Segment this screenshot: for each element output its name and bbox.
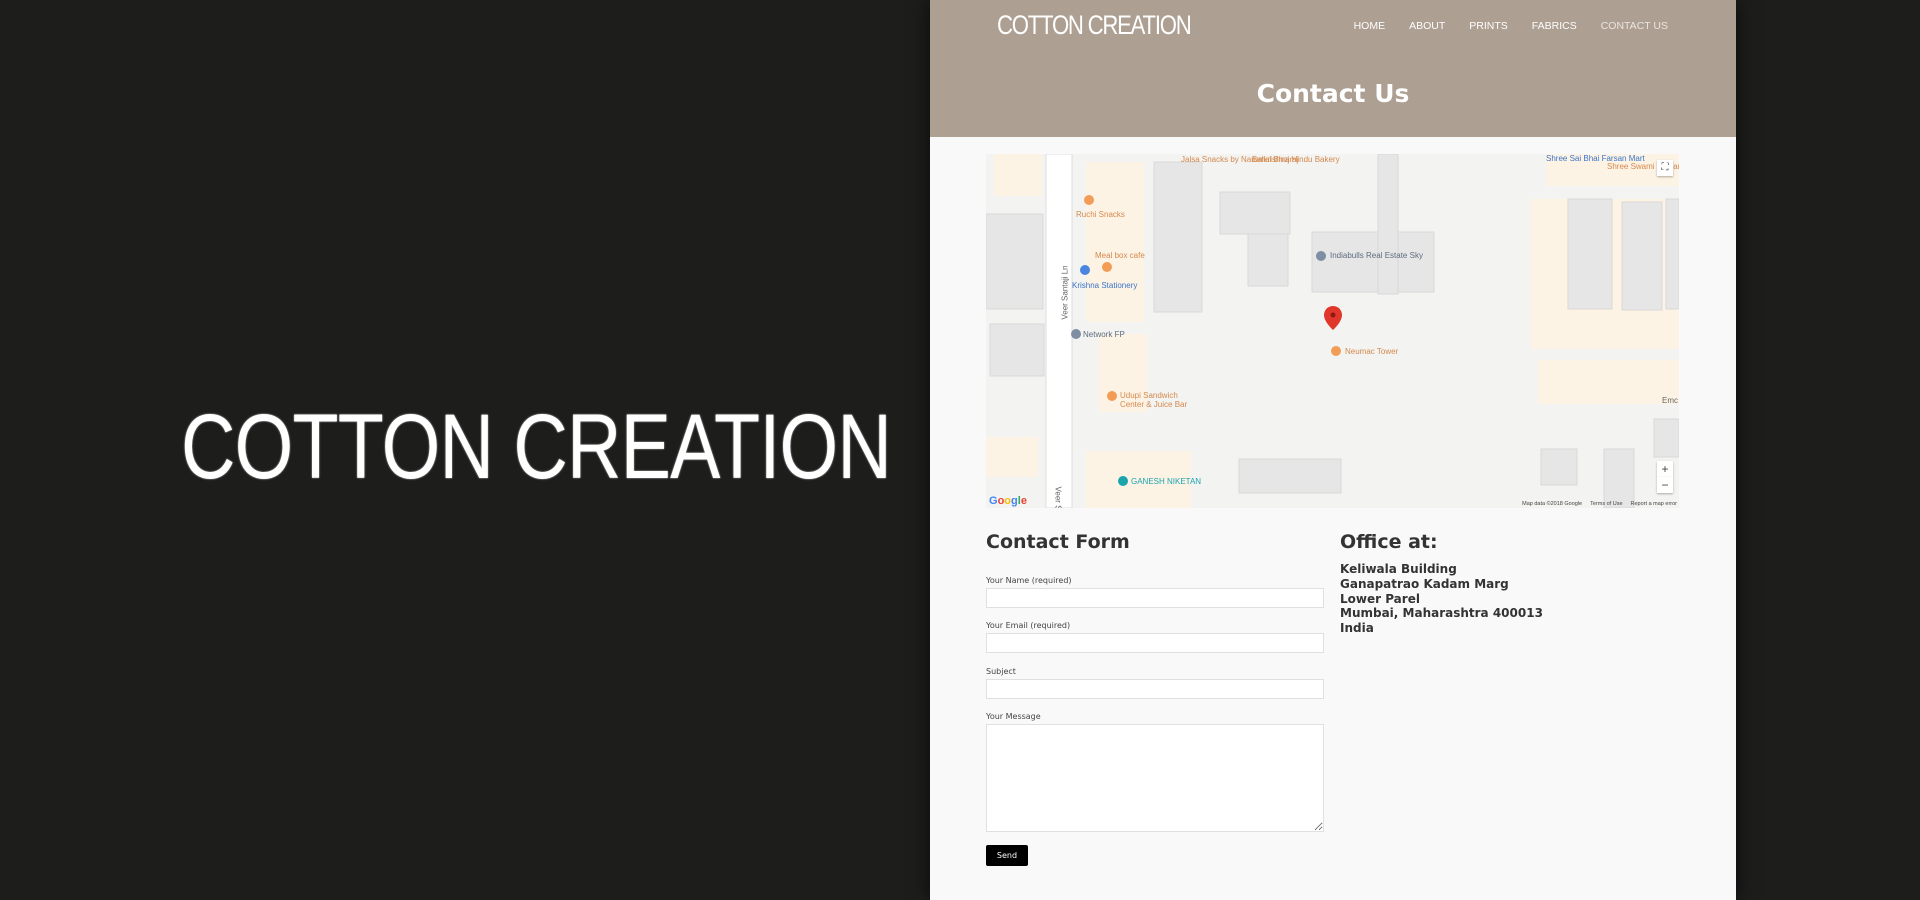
nav-prints[interactable]: PRINTS xyxy=(1469,20,1508,32)
name-field[interactable] xyxy=(986,588,1324,608)
map-label-road-2: Veer S xyxy=(1053,486,1063,508)
site-header: COTTON CREATION HOME ABOUT PRINTS FABRIC… xyxy=(930,0,1736,137)
site-logo[interactable]: COTTON CREATION xyxy=(997,10,1192,41)
zoom-in-button[interactable]: + xyxy=(1657,461,1673,477)
map-label-meal-box: Meal box cafe xyxy=(1095,251,1145,260)
map-label-network: Network FP xyxy=(1083,330,1125,339)
nav-contact-us[interactable]: CONTACT US xyxy=(1601,20,1668,32)
fullscreen-icon[interactable]: ⛶ xyxy=(1657,160,1673,176)
subject-label: Subject xyxy=(986,667,1016,676)
office-address-line: India xyxy=(1340,621,1374,635)
message-field[interactable] xyxy=(986,724,1324,832)
email-field[interactable] xyxy=(986,633,1324,653)
map-terms-link[interactable]: Terms of Use xyxy=(1590,501,1622,507)
zoom-out-button[interactable]: − xyxy=(1657,477,1673,493)
contact-form-title: Contact Form xyxy=(986,531,1130,553)
map-data-credit: Map data ©2018 Google xyxy=(1522,501,1583,507)
office-address-line: Lower Parel xyxy=(1340,592,1420,606)
send-button[interactable]: Send xyxy=(986,845,1028,866)
google-logo[interactable]: Google xyxy=(989,495,1027,507)
google-map[interactable]: Jalsa Snacks by Narumal Bhojraj Balkrish… xyxy=(986,154,1679,508)
map-label-ruchi: Ruchi Snacks xyxy=(1076,210,1125,219)
map-label-ganesh: GANESH NIKETAN xyxy=(1131,477,1202,486)
page-title: Contact Us xyxy=(1256,79,1410,108)
contact-page: COTTON CREATION HOME ABOUT PRINTS FABRIC… xyxy=(930,0,1736,900)
message-label: Your Message xyxy=(986,712,1041,721)
map-label-neumac: Neumac Tower xyxy=(1345,347,1399,356)
map-label-indiabulls: Indiabulls Real Estate Sky xyxy=(1330,251,1423,260)
office-address-line: Keliwala Building xyxy=(1340,562,1457,576)
main-nav: HOME ABOUT PRINTS FABRICS CONTACT US xyxy=(1330,20,1668,32)
email-label: Your Email (required) xyxy=(986,621,1071,630)
map-label-krishna: Krishna Stationery xyxy=(1072,281,1138,290)
office-title: Office at: xyxy=(1340,531,1438,553)
nav-fabrics[interactable]: FABRICS xyxy=(1532,20,1577,32)
map-label-emc: Emc xyxy=(1662,396,1678,405)
nav-about[interactable]: ABOUT xyxy=(1409,20,1445,32)
map-report-link[interactable]: Report a map error xyxy=(1631,501,1677,507)
map-footer: Map data ©2018 Google Terms of Use Repor… xyxy=(1522,501,1677,507)
office-address-line: Mumbai, Maharashtra 400013 xyxy=(1340,606,1543,620)
subject-field[interactable] xyxy=(986,679,1324,699)
map-label-balkrishna: Balkrishna Hindu Bakery xyxy=(1252,155,1340,164)
name-label: Your Name (required) xyxy=(986,576,1072,585)
office-address-line: Ganapatrao Kadam Marg xyxy=(1340,577,1509,591)
map-label-udupi: Udupi Sandwich Center & Juice Bar xyxy=(1120,391,1188,409)
brand-panel: COTTON CREATION xyxy=(0,0,928,900)
brand-logo-large: COTTON CREATION xyxy=(181,396,892,498)
nav-home[interactable]: HOME xyxy=(1354,20,1386,32)
map-label-road: Veer Santaji Ln xyxy=(1060,265,1070,320)
